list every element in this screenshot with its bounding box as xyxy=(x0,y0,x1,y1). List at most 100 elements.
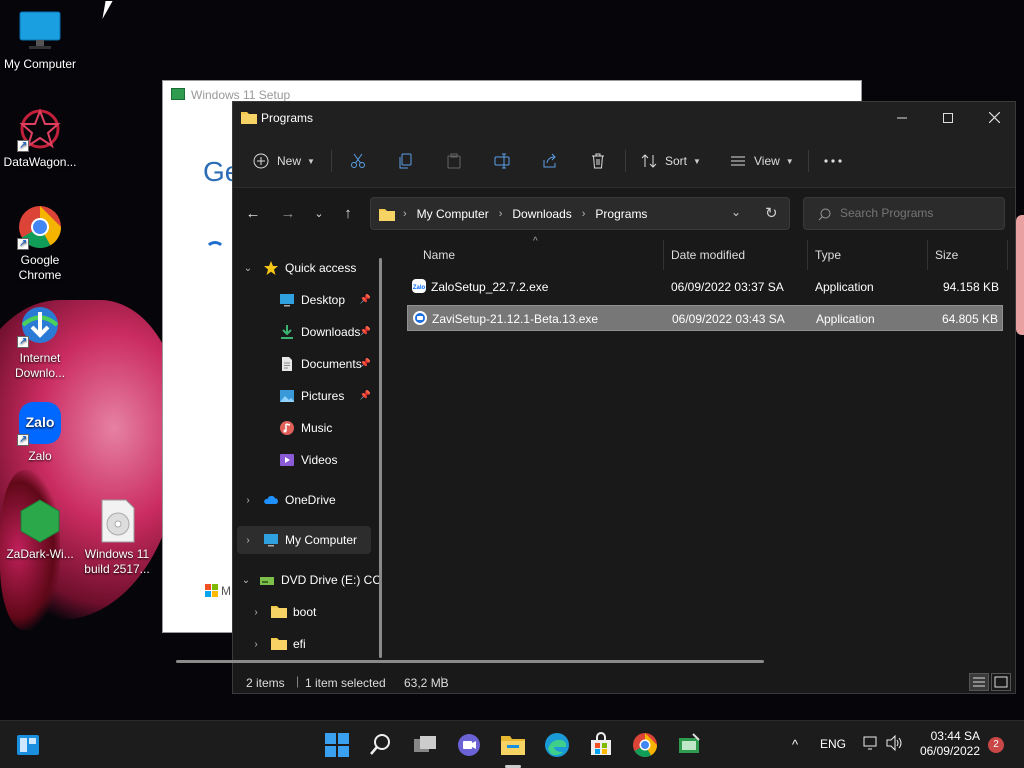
status-selection: 1 item selected xyxy=(305,676,386,690)
chevron-right-icon[interactable]: › xyxy=(241,535,255,546)
rename-button[interactable] xyxy=(494,148,510,174)
breadcrumb-my-computer[interactable]: My Computer xyxy=(417,207,489,221)
microsoft-store-button[interactable] xyxy=(587,731,615,759)
desktop-icon-windows-iso[interactable]: Windows 11 build 2517... xyxy=(77,498,157,577)
column-divider[interactable] xyxy=(927,240,928,270)
column-header-name[interactable]: Name xyxy=(423,240,455,270)
explorer-titlebar[interactable]: Programs xyxy=(233,102,1015,134)
file-row[interactable]: Zalo ZaloSetup_22.7.2.exe 06/09/2022 03:… xyxy=(407,274,1003,300)
input-language-indicator[interactable]: ENG xyxy=(820,737,846,751)
back-button[interactable]: ← xyxy=(241,202,265,226)
sidebar-item-label: Desktop xyxy=(301,293,346,307)
task-view-button[interactable] xyxy=(411,731,439,759)
address-bar[interactable]: › My Computer › Downloads › Programs ⌄ ↻ xyxy=(370,197,790,230)
setup-title: Windows 11 Setup xyxy=(191,88,291,102)
delete-button[interactable] xyxy=(590,148,606,174)
sidebar-item-documents[interactable]: Documents 📌 xyxy=(241,350,381,378)
network-icon[interactable] xyxy=(862,735,880,754)
file-explorer-taskbar-button[interactable] xyxy=(499,731,527,759)
pin-icon[interactable]: 📌 xyxy=(360,390,371,401)
pin-icon[interactable]: 📌 xyxy=(360,294,371,305)
column-header-size[interactable]: Size xyxy=(935,240,958,270)
view-button[interactable]: View ▼ xyxy=(730,148,794,174)
sidebar-item-dvd-drive[interactable]: ⌄ DVD Drive (E:) CC xyxy=(241,566,381,594)
desktop-icon-my-computer[interactable]: My Computer xyxy=(0,8,80,72)
up-button[interactable]: ↑ xyxy=(336,202,360,226)
teams-chat-button[interactable] xyxy=(455,731,483,759)
chrome-taskbar-button[interactable] xyxy=(631,731,659,759)
column-divider[interactable] xyxy=(663,240,664,270)
maximize-button[interactable] xyxy=(925,102,971,134)
search-icon xyxy=(818,208,831,221)
chevron-right-icon[interactable]: › xyxy=(241,495,255,506)
column-divider[interactable] xyxy=(1007,240,1008,270)
desktop-icon-zadark[interactable]: ZaDark-Wi... xyxy=(0,498,80,562)
setup-taskbar-button[interactable] xyxy=(675,731,703,759)
minimize-button[interactable] xyxy=(879,102,925,134)
sidebar-item-downloads[interactable]: Downloads 📌 xyxy=(241,318,381,346)
pin-icon[interactable]: 📌 xyxy=(360,358,371,369)
chevron-down-icon: ⌄ xyxy=(314,208,324,220)
start-button[interactable] xyxy=(323,731,351,759)
sidebar-item-boot[interactable]: › boot xyxy=(249,598,383,626)
file-row-selected[interactable]: ZaviSetup-21.12.1-Beta.13.exe 06/09/2022… xyxy=(407,305,1003,331)
sidebar-item-my-computer[interactable]: › My Computer xyxy=(237,526,371,554)
desktop-icon-label: Google Chrome xyxy=(18,253,62,282)
sidebar-item-videos[interactable]: Videos xyxy=(241,446,381,474)
desktop-icon-datawagon[interactable]: DataWagon... xyxy=(0,106,80,170)
sidebar-item-efi[interactable]: › efi xyxy=(249,630,383,658)
breadcrumb-programs[interactable]: Programs xyxy=(595,207,647,221)
notification-badge[interactable]: 2 xyxy=(988,737,1004,753)
edge-button[interactable] xyxy=(543,731,571,759)
forward-button[interactable]: → xyxy=(276,202,300,226)
sidebar-item-onedrive[interactable]: › OneDrive xyxy=(241,486,381,514)
desktop-icon-google-chrome[interactable]: Google Chrome xyxy=(0,204,80,283)
system-clock[interactable]: 03:44 SA 06/09/2022 xyxy=(918,729,980,759)
chevron-down-icon[interactable]: ⌄ xyxy=(241,575,251,586)
widgets-button[interactable] xyxy=(14,731,42,759)
address-dropdown-chevron-icon[interactable]: ⌄ xyxy=(731,205,741,219)
sort-button[interactable]: Sort ▼ xyxy=(641,148,701,174)
paste-button[interactable] xyxy=(446,148,462,174)
chevron-right-icon[interactable]: › xyxy=(249,639,263,650)
chrome-icon xyxy=(633,733,657,758)
close-button[interactable] xyxy=(971,102,1017,134)
share-button[interactable] xyxy=(542,148,558,174)
chevron-right-icon[interactable]: › xyxy=(249,607,263,618)
sidebar-item-desktop[interactable]: Desktop 📌 xyxy=(241,286,381,314)
sidebar-item-pictures[interactable]: Pictures 📌 xyxy=(241,382,381,410)
column-divider[interactable] xyxy=(807,240,808,270)
breadcrumb-downloads[interactable]: Downloads xyxy=(512,207,571,221)
sort-icon xyxy=(641,154,657,168)
cut-button[interactable] xyxy=(350,148,366,174)
zalo-setup-icon: Zalo xyxy=(412,279,426,293)
desktop-icon-label: Zalo xyxy=(28,449,52,463)
details-view-button[interactable] xyxy=(969,673,989,691)
zadark-icon xyxy=(17,498,63,544)
file-list-scrollbar[interactable] xyxy=(176,660,764,663)
shortcut-arrow-icon xyxy=(17,236,29,251)
copy-button[interactable] xyxy=(398,148,414,174)
column-header-date[interactable]: Date modified xyxy=(671,240,745,270)
volume-icon[interactable] xyxy=(886,734,904,754)
sidebar-item-quick-access[interactable]: ⌄ Quick access xyxy=(241,254,381,282)
show-hidden-icons-chevron-icon[interactable]: ^ xyxy=(792,737,798,752)
recent-locations-button[interactable]: ⌄ xyxy=(307,202,331,226)
sidebar-item-music[interactable]: Music xyxy=(241,414,381,442)
search-button[interactable] xyxy=(367,731,395,759)
search-box[interactable] xyxy=(803,197,1005,230)
file-explorer-window[interactable]: Programs New ▼ Sort ▼ View ▼ ← → ⌄ ↑ › M… xyxy=(232,101,1016,694)
search-input[interactable] xyxy=(840,206,990,220)
new-button[interactable]: New ▼ xyxy=(253,148,315,174)
tiles-view-button[interactable] xyxy=(991,673,1011,691)
more-options-button[interactable] xyxy=(824,148,842,174)
column-header-type[interactable]: Type xyxy=(815,240,841,270)
sidebar-item-label: My Computer xyxy=(285,533,358,547)
navigation-pane-scrollbar[interactable] xyxy=(379,258,382,658)
desktop-icon-internet-download[interactable]: Internet Downlo... xyxy=(0,302,80,381)
file-explorer-icon xyxy=(501,736,525,755)
desktop-icon-zalo[interactable]: Zalo Zalo xyxy=(0,400,80,464)
pin-icon[interactable]: 📌 xyxy=(360,326,371,337)
refresh-icon[interactable]: ↻ xyxy=(765,204,778,222)
copy-icon xyxy=(399,153,412,169)
